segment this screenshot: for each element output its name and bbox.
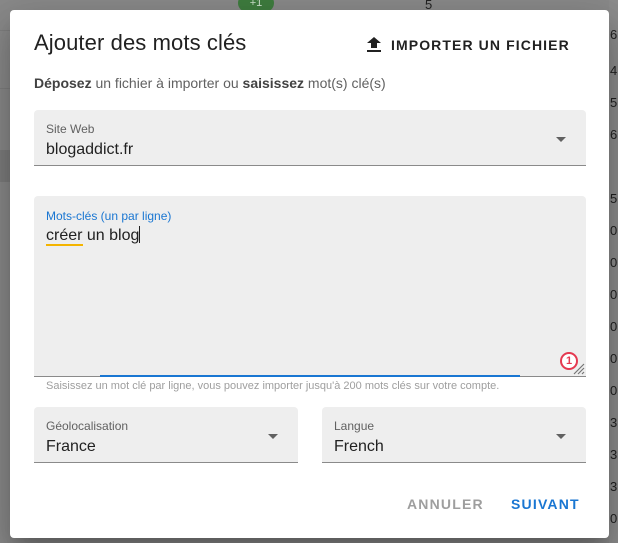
spellcheck-underline xyxy=(46,244,83,246)
subtitle-strong-type: saisissez xyxy=(242,75,305,91)
keywords-focus-line xyxy=(100,375,520,377)
background-number: 0 xyxy=(610,287,618,302)
background-number: 6 xyxy=(610,127,618,142)
website-label: Site Web xyxy=(46,122,95,136)
keywords-text: créer un blog xyxy=(46,227,140,244)
subtitle-text: un fichier à importer ou xyxy=(91,75,243,91)
website-value: blogaddict.fr xyxy=(46,141,134,158)
language-value: French xyxy=(334,438,384,455)
keywords-textarea[interactable]: Mots-clés (un par ligne) créer un blog 1 xyxy=(34,196,586,377)
background-number: 0 xyxy=(610,351,618,366)
background-number: 3 xyxy=(610,447,618,462)
background-number: 5 xyxy=(610,191,618,206)
background-number: 5 xyxy=(610,95,618,110)
add-keywords-dialog: Ajouter des mots clés IMPORTER UN FICHIE… xyxy=(10,10,609,538)
geolocation-value: France xyxy=(46,438,96,455)
keywords-value: créer un blog xyxy=(46,226,141,245)
background-number: 3 xyxy=(610,479,618,494)
background-number: 0 xyxy=(610,255,618,270)
geolocation-label: Géolocalisation xyxy=(46,419,129,433)
resize-handle-icon[interactable] xyxy=(571,361,585,375)
keywords-label: Mots-clés (un par ligne) xyxy=(46,209,172,223)
dialog-title: Ajouter des mots clés xyxy=(34,30,247,55)
language-label: Langue xyxy=(334,419,375,433)
background-number: 0 xyxy=(610,223,618,238)
keywords-helper-text: Saisissez un mot clé par ligne, vous pou… xyxy=(46,380,500,392)
import-file-label: IMPORTER UN FICHIER xyxy=(391,37,570,53)
background-number: 6 xyxy=(610,27,618,42)
background-number: 3 xyxy=(610,415,618,430)
geolocation-select[interactable]: Géolocalisation France xyxy=(34,407,298,463)
website-select[interactable]: Site Web blogaddict.fr xyxy=(34,110,586,166)
next-button[interactable]: SUIVANT xyxy=(511,496,580,522)
background-number: 0 xyxy=(610,511,618,526)
dropdown-arrow-icon xyxy=(556,137,566,142)
dialog-subtitle: Déposez un fichier à importer ou saisiss… xyxy=(34,75,386,91)
dropdown-arrow-icon xyxy=(556,434,566,439)
language-select[interactable]: Langue French xyxy=(322,407,586,463)
subtitle-text-end: mot(s) clé(s) xyxy=(304,75,386,91)
import-file-button[interactable]: IMPORTER UN FICHIER xyxy=(367,30,570,60)
cancel-button[interactable]: ANNULER xyxy=(407,496,484,522)
subtitle-strong-drop: Déposez xyxy=(34,75,92,91)
background-number: 4 xyxy=(610,63,618,78)
dropdown-arrow-icon xyxy=(268,434,278,439)
background-number: 0 xyxy=(610,319,618,334)
text-cursor xyxy=(139,226,141,243)
background-number: 0 xyxy=(610,383,618,398)
upload-icon xyxy=(367,37,381,53)
